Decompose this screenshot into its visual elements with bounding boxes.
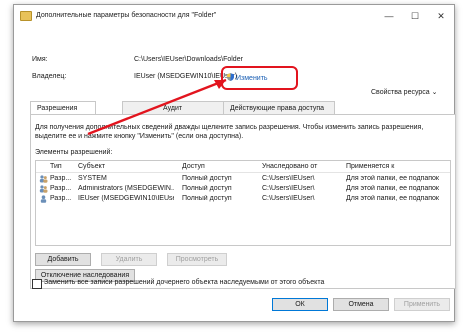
apply-button[interactable]: Применить xyxy=(394,298,450,311)
cell-subject: IEUser (MSEDGEWIN10\IEUser) xyxy=(78,195,174,202)
cell-type: Разр... xyxy=(50,185,72,192)
security-settings-window: Дополнительные параметры безопасности дл… xyxy=(13,4,456,322)
title-bar: Дополнительные параметры безопасности дл… xyxy=(14,5,454,27)
users-group-icon xyxy=(39,175,48,183)
remove-button[interactable]: Удалить xyxy=(101,253,157,266)
change-owner-link[interactable]: Изменить xyxy=(227,73,268,82)
cell-inherited: C:\Users\IEUser\ xyxy=(262,175,315,182)
cell-access: Полный доступ xyxy=(182,185,232,192)
window-title: Дополнительные параметры безопасности дл… xyxy=(36,12,217,19)
cell-subject: Administrators (MSEDGEWIN... xyxy=(78,185,174,192)
resource-properties-label: Свойства ресурса xyxy=(371,89,430,96)
cell-applies: Для этой папки, ее подпапок xyxy=(346,175,439,182)
cell-inherited: C:\Users\IEUser\ xyxy=(262,185,315,192)
owner-label: Владелец: xyxy=(32,73,67,80)
close-button[interactable]: ✕ xyxy=(428,5,454,27)
cancel-button[interactable]: Отмена xyxy=(333,298,389,311)
view-button[interactable]: Просмотреть xyxy=(167,253,227,266)
add-button[interactable]: Добавить xyxy=(35,253,91,266)
uac-shield-icon xyxy=(227,73,234,81)
change-owner-label: Изменить xyxy=(236,75,268,82)
replace-child-permissions-label: Заменить все записи разрешений дочернего… xyxy=(44,279,325,286)
name-label: Имя: xyxy=(32,56,48,63)
folder-icon xyxy=(20,11,32,21)
cell-type: Разр... xyxy=(50,175,72,182)
column-header-subject[interactable]: Субъект xyxy=(78,163,174,170)
cell-type: Разр... xyxy=(50,195,72,202)
table-row[interactable]: Разр... IEUser (MSEDGEWIN10\IEUser) Полн… xyxy=(36,194,450,204)
column-header-inherited[interactable]: Унаследовано от xyxy=(262,163,342,170)
cell-applies: Для этой папки, ее подпапок xyxy=(346,195,439,202)
column-header-type[interactable]: Тип xyxy=(50,163,76,170)
info-text: Для получения дополнительных сведений дв… xyxy=(35,124,424,140)
permissions-table: Тип Субъект Доступ Унаследовано от Приме… xyxy=(35,160,451,246)
cell-access: Полный доступ xyxy=(182,195,232,202)
chevron-down-icon: ⌄ xyxy=(431,89,438,96)
tab-audit[interactable]: Аудит xyxy=(122,101,234,115)
permissions-title: Элементы разрешений: xyxy=(35,149,113,156)
cell-inherited: C:\Users\IEUser\ xyxy=(262,195,315,202)
ok-button[interactable]: ОК xyxy=(272,298,328,311)
owner-value: IEUser (MSEDGEWIN10\IEUser) xyxy=(134,73,238,80)
column-header-applies[interactable]: Применяется к xyxy=(346,163,448,170)
users-group-icon xyxy=(39,185,48,193)
permissions-panel: Для получения дополнительных сведений дв… xyxy=(30,114,456,289)
user-icon xyxy=(40,195,47,203)
maximize-button[interactable]: ☐ xyxy=(402,5,428,27)
resource-properties-link[interactable]: Свойства ресурса ⌄ xyxy=(371,88,438,96)
name-value: C:\Users\IEUser\Downloads\Folder xyxy=(134,56,243,63)
cell-applies: Для этой папки, ее подпапок xyxy=(346,185,439,192)
minimize-button[interactable]: — xyxy=(376,5,402,27)
table-row[interactable]: Разр... Administrators (MSEDGEWIN... Пол… xyxy=(36,184,450,194)
table-header: Тип Субъект Доступ Унаследовано от Приме… xyxy=(36,161,450,173)
tab-effective-access[interactable]: Действующие права доступа xyxy=(223,101,335,115)
cell-access: Полный доступ xyxy=(182,175,232,182)
cell-subject: SYSTEM xyxy=(78,175,107,182)
column-header-access[interactable]: Доступ xyxy=(182,163,258,170)
replace-child-permissions-checkbox[interactable] xyxy=(32,279,42,289)
table-row[interactable]: Разр... SYSTEM Полный доступ C:\Users\IE… xyxy=(36,174,450,184)
